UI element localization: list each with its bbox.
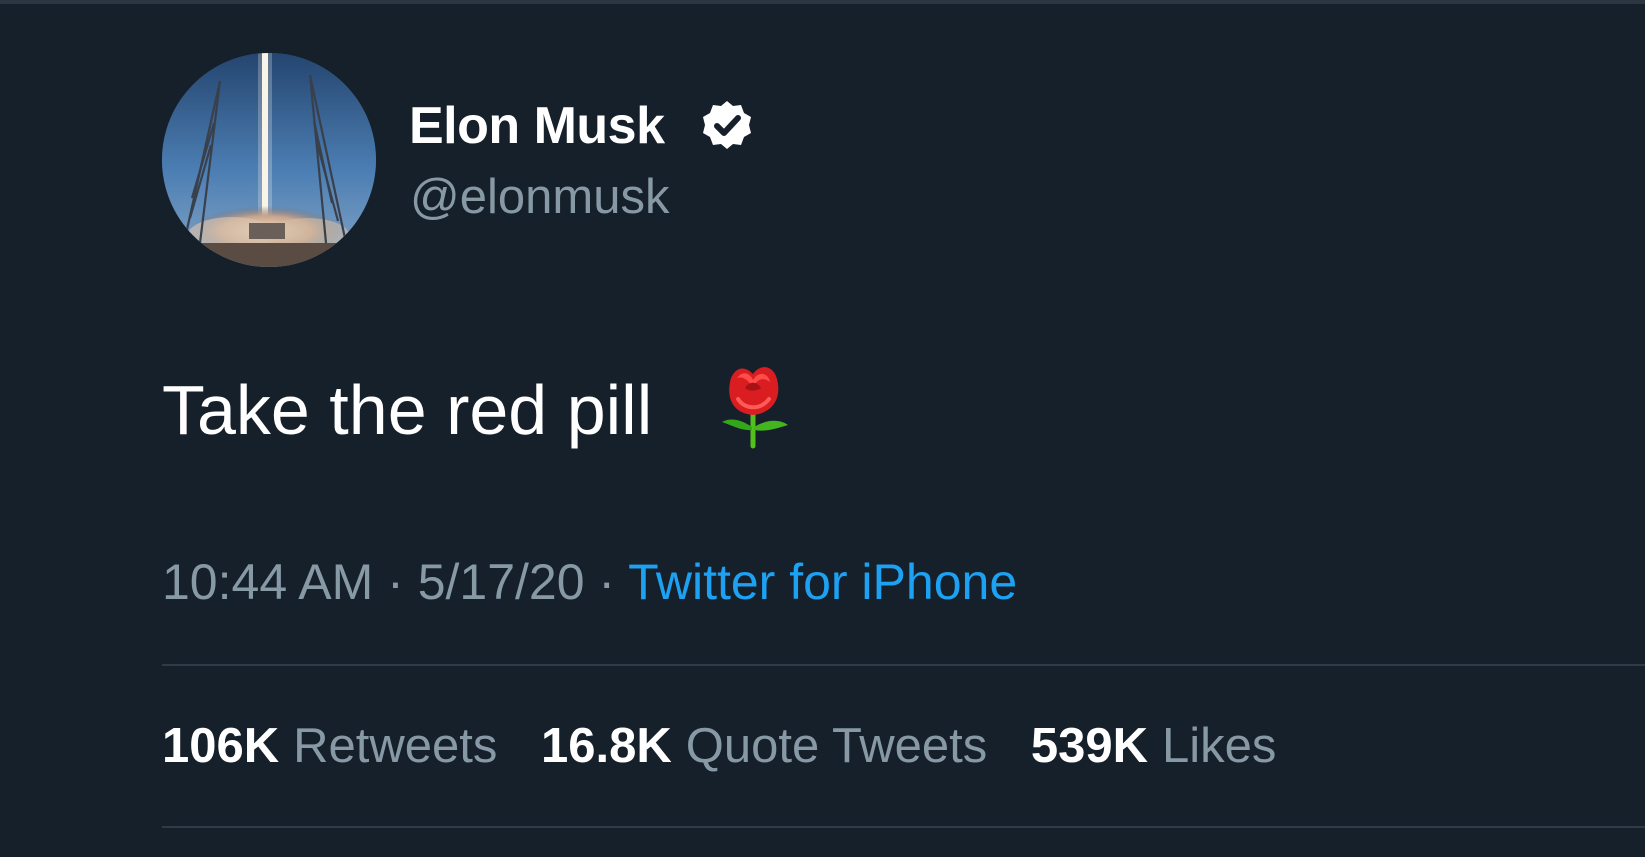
tweet-detail-screen: Elon Musk @elonmusk Take the red pill 10… [0, 0, 1645, 857]
likes-label: Likes [1162, 719, 1277, 773]
tweet-text: Take the red pill [162, 371, 653, 449]
tweet-time: 10:44 AM [162, 554, 374, 610]
display-name[interactable]: Elon Musk [409, 95, 665, 157]
quote-tweets-label: Quote Tweets [685, 719, 988, 773]
retweets-label: Retweets [293, 719, 498, 773]
rocket-launch-avatar [162, 53, 376, 267]
stats-bottom-divider [162, 826, 1645, 828]
meta-separator: · [373, 554, 418, 610]
likes-stat[interactable]: 539K Likes [1031, 719, 1307, 773]
tweet-source-link[interactable]: Twitter for iPhone [628, 554, 1017, 610]
top-divider [0, 0, 1645, 4]
retweets-count: 106K [162, 719, 280, 773]
tweet-stats: 106K Retweets 16.8K Quote Tweets 539K Likes [162, 716, 1306, 776]
meta-separator: · [584, 554, 629, 610]
tweet-metadata: 10:44 AM · 5/17/20 · Twitter for iPhone [162, 552, 1017, 612]
likes-count: 539K [1030, 719, 1149, 773]
user-handle[interactable]: @elonmusk [410, 168, 669, 226]
quote-tweets-stat[interactable]: 16.8K Quote Tweets [541, 719, 1031, 773]
retweets-stat[interactable]: 106K Retweets [162, 719, 541, 773]
avatar[interactable] [162, 53, 376, 267]
tweet-date: 5/17/20 [417, 554, 585, 610]
rose-icon [722, 367, 788, 449]
quote-tweets-count: 16.8K [541, 719, 672, 773]
stats-top-divider [162, 664, 1645, 666]
verified-badge-icon [703, 101, 751, 149]
